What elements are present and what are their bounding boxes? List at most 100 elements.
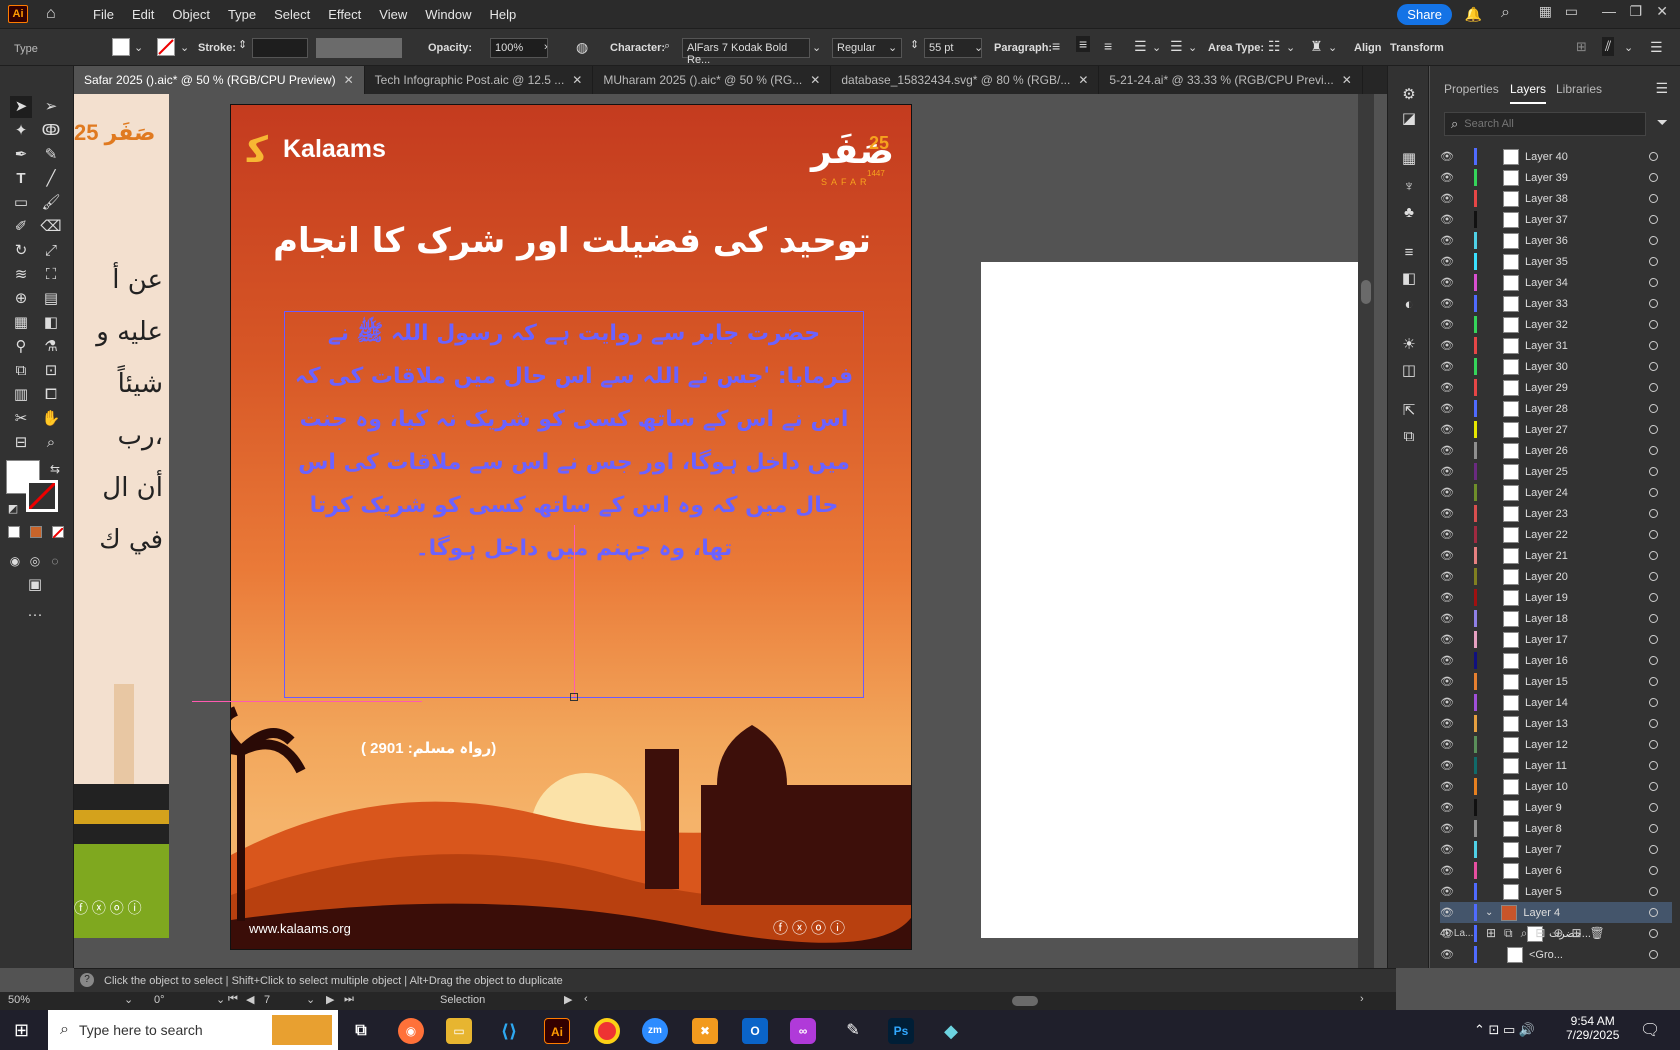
layer-name[interactable]: Layer 32: [1525, 319, 1649, 331]
target-circle-icon[interactable]: [1649, 278, 1658, 287]
stroke-panel-icon[interactable]: ≡: [1398, 242, 1420, 264]
horizontal-scroll-thumb[interactable]: [1012, 996, 1038, 1006]
visibility-eye-icon[interactable]: 👁: [1440, 402, 1456, 415]
photoshop-icon[interactable]: Ps: [888, 1018, 914, 1044]
empty-artboard[interactable]: [981, 262, 1374, 938]
font-size-stepper-icon[interactable]: ⇕: [910, 38, 919, 51]
layer-row[interactable]: 👁 Layer 13: [1440, 713, 1672, 734]
shaper-tool-icon[interactable]: ✐: [10, 216, 32, 238]
layer-name[interactable]: Layer 28: [1525, 403, 1649, 415]
layer-row[interactable]: 👁 Layer 9: [1440, 797, 1672, 818]
stroke-color-box[interactable]: [26, 480, 58, 512]
layer-row[interactable]: 👁 Layer 39: [1440, 167, 1672, 188]
target-circle-icon[interactable]: [1649, 341, 1658, 350]
windows-start-icon[interactable]: ⊞: [14, 1020, 29, 1041]
visibility-eye-icon[interactable]: 👁: [1440, 255, 1456, 268]
visibility-eye-icon[interactable]: 👁: [1440, 360, 1456, 373]
layer-name[interactable]: Layer 29: [1525, 382, 1649, 394]
eraser-tool-icon[interactable]: ⌫: [40, 216, 62, 238]
swap-colors-icon[interactable]: ⇆: [44, 458, 66, 480]
tab-document-5[interactable]: 5-21-24.ai* @ 33.33 % (RGB/CPU Previ... ✕: [1099, 66, 1363, 94]
close-icon[interactable]: ✕: [1656, 3, 1668, 20]
visibility-eye-icon[interactable]: 👁: [1440, 780, 1456, 793]
taskbar-search[interactable]: ⌕ Type here to search: [48, 1010, 338, 1050]
transparency-panel-icon[interactable]: ◐: [1398, 294, 1420, 316]
target-circle-icon[interactable]: [1649, 614, 1658, 623]
gradient-mode-icon[interactable]: [30, 526, 42, 538]
layer-name[interactable]: Layer 21: [1525, 550, 1649, 562]
search-icon[interactable]: ⌕: [1501, 4, 1510, 22]
layer-row[interactable]: 👁 Layer 10: [1440, 776, 1672, 797]
zoom-tool-icon[interactable]: ⌕: [40, 432, 62, 454]
poster-artboard[interactable]: ﻛ Kalaams صَفَر 25 SAFAR 1447 توحید کی ف…: [230, 104, 912, 950]
mesh-tool-icon[interactable]: ▦: [10, 312, 32, 334]
rotate-tool-icon[interactable]: ↻: [10, 240, 32, 262]
target-circle-icon[interactable]: [1649, 404, 1658, 413]
character-label[interactable]: Character:: [610, 42, 665, 54]
menu-edit[interactable]: Edit: [123, 7, 163, 22]
tab-properties[interactable]: Properties: [1444, 82, 1499, 96]
layer-name[interactable]: Layer 9: [1525, 802, 1649, 814]
visibility-eye-icon[interactable]: 👁: [1440, 654, 1456, 667]
layer-name[interactable]: Layer 25: [1525, 466, 1649, 478]
stroke-stepper-icon[interactable]: ⇕: [238, 38, 247, 51]
layer-name[interactable]: Layer 14: [1525, 697, 1649, 709]
align-left-icon[interactable]: ≡: [1052, 38, 1060, 54]
font-family-dropdown-icon[interactable]: ⌄: [812, 41, 821, 54]
visibility-eye-icon[interactable]: 👁: [1440, 339, 1456, 352]
target-circle-icon[interactable]: [1649, 551, 1658, 560]
expand-chevron-icon[interactable]: ⌄: [1485, 907, 1493, 918]
layer-name[interactable]: Layer 35: [1525, 256, 1649, 268]
text-direction-icon[interactable]: ⫽: [1602, 37, 1615, 56]
target-circle-icon[interactable]: [1649, 824, 1658, 833]
visibility-eye-icon[interactable]: 👁: [1440, 759, 1456, 772]
visibility-eye-icon[interactable]: 👁: [1440, 738, 1456, 751]
outlook-icon[interactable]: O: [742, 1018, 768, 1044]
illustrator-taskbar-icon[interactable]: Ai: [544, 1018, 570, 1044]
artboards-panel-icon[interactable]: ⧉: [1398, 426, 1420, 448]
visibility-eye-icon[interactable]: 👁: [1440, 444, 1456, 457]
target-circle-icon[interactable]: [1649, 509, 1658, 518]
align-link[interactable]: Align: [1354, 42, 1382, 54]
minimize-icon[interactable]: —: [1602, 3, 1616, 19]
visibility-eye-icon[interactable]: 👁: [1440, 633, 1456, 646]
visibility-eye-icon[interactable]: 👁: [1440, 843, 1456, 856]
tab-document-1[interactable]: Safar 2025 ().aic* @ 50 % (RGB/CPU Previ…: [74, 66, 365, 94]
layer-row[interactable]: 👁 Layer 11: [1440, 755, 1672, 776]
menu-view[interactable]: View: [370, 7, 416, 22]
next-artboard-icon[interactable]: ▶: [326, 993, 334, 1006]
gem-app-icon[interactable]: ◆: [938, 1018, 964, 1044]
canvas-area[interactable]: صَفَر 25 عن أ عليه و شيئاً رب، أن ال في …: [74, 94, 1374, 968]
layer-row[interactable]: 👁 Layer 7: [1440, 839, 1672, 860]
target-circle-icon[interactable]: [1649, 320, 1658, 329]
vertical-scrollbar[interactable]: [1358, 94, 1374, 968]
target-circle-icon[interactable]: [1649, 719, 1658, 728]
slice-tool-icon[interactable]: ✂: [10, 408, 32, 430]
target-circle-icon[interactable]: [1649, 740, 1658, 749]
layer-name[interactable]: Layer 39: [1525, 172, 1649, 184]
transform-link[interactable]: Transform: [1390, 42, 1444, 54]
numbering-dropdown-icon[interactable]: ⌄: [1188, 41, 1197, 54]
appearance-panel-icon[interactable]: ☀: [1398, 334, 1420, 356]
line-tool-icon[interactable]: ╱: [40, 168, 62, 190]
zoom-field[interactable]: 50%: [8, 994, 30, 1006]
workspace-icon[interactable]: ▦: [1539, 3, 1552, 20]
xampp-icon[interactable]: ✖: [692, 1018, 718, 1044]
target-circle-icon[interactable]: [1649, 782, 1658, 791]
menu-select[interactable]: Select: [265, 7, 319, 22]
layer-name[interactable]: Layer 37: [1525, 214, 1649, 226]
visibility-eye-icon[interactable]: 👁: [1440, 549, 1456, 562]
layer-row[interactable]: 👁 Layer 5: [1440, 881, 1672, 902]
rectangle-tool-icon[interactable]: ▭: [10, 192, 32, 214]
artboard-tool-icon[interactable]: ⧠: [40, 384, 62, 406]
more-tools-icon[interactable]: ···: [24, 604, 46, 626]
layer-row[interactable]: 👁 Layer 32: [1440, 314, 1672, 335]
target-circle-icon[interactable]: [1649, 488, 1658, 497]
layer-row[interactable]: 👁 Layer 40: [1440, 146, 1672, 167]
swatches-panel-icon[interactable]: ▦: [1398, 148, 1420, 170]
scroll-right-icon[interactable]: ›: [1360, 993, 1364, 1005]
visibility-eye-icon[interactable]: 👁: [1440, 276, 1456, 289]
target-circle-icon[interactable]: [1649, 908, 1658, 917]
visibility-eye-icon[interactable]: 👁: [1440, 885, 1456, 898]
panel-menu-icon[interactable]: ☰: [1650, 39, 1663, 56]
